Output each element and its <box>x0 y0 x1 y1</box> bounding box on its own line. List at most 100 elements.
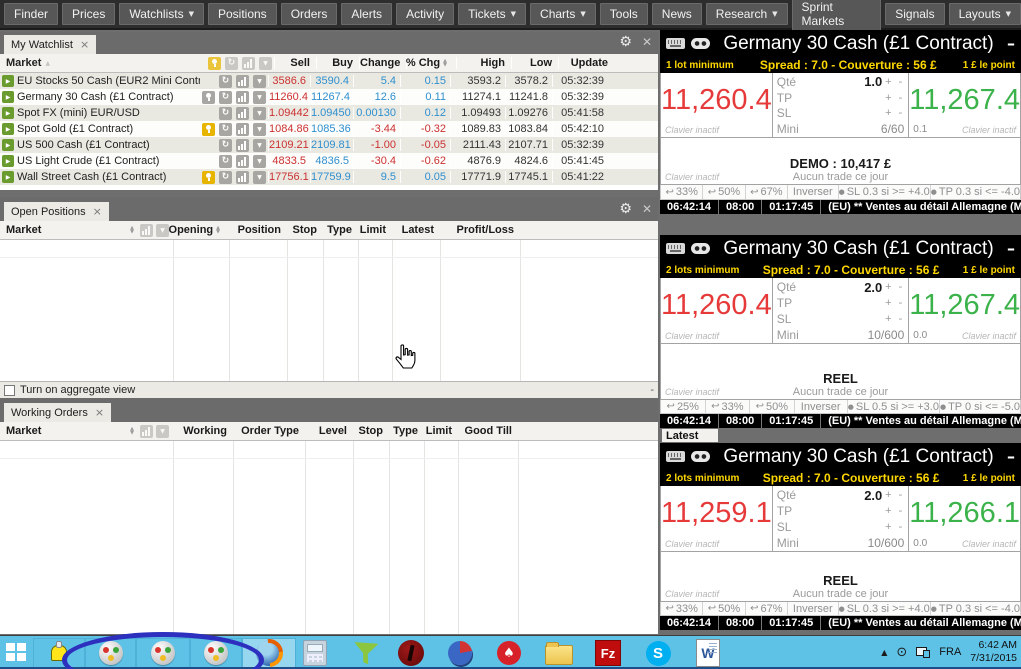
menu-prices[interactable]: Prices <box>62 3 116 25</box>
tp-stepper[interactable]: + - <box>882 505 904 517</box>
taskbar-app-word[interactable]: W <box>693 639 723 667</box>
sort-icon[interactable]: ▲ ▼ <box>443 59 447 68</box>
close-pct-button[interactable]: ↩ 33% <box>706 400 751 413</box>
menu-charts[interactable]: Charts ▼ <box>530 3 596 25</box>
taskbar-app-charting[interactable] <box>445 640 475 666</box>
chart-icon[interactable] <box>242 56 255 70</box>
chart-icon[interactable] <box>236 74 249 88</box>
play-icon[interactable]: ▶ <box>2 107 14 119</box>
gamepad-icon[interactable] <box>691 243 710 254</box>
taskbar-clock[interactable]: 6:42 AM 7/31/2015 <box>970 639 1017 665</box>
menu-watchlists[interactable]: Watchlists ▼ <box>119 3 204 25</box>
refresh-icon[interactable]: ↻ <box>219 90 232 104</box>
close-pct-button[interactable]: ↩ 33% <box>661 185 704 199</box>
close-icon[interactable]: × <box>95 406 104 419</box>
close-icon[interactable]: ✕ <box>642 36 652 48</box>
refresh-icon[interactable]: ↻ <box>219 138 232 152</box>
minimize-button[interactable]: – <box>1007 448 1015 465</box>
menu-tickets[interactable]: Tickets ▼ <box>458 3 527 25</box>
tp-stepper[interactable]: + - <box>882 92 904 104</box>
close-pct-button[interactable]: ↩ 67% <box>746 602 788 615</box>
inverser-button[interactable]: Inverser <box>795 400 848 413</box>
watchlist-row[interactable]: ▶ Wall Street Cash (£1 Contract) ↻ ▼ 1775… <box>0 169 658 185</box>
menu-finder[interactable]: Finder <box>4 3 59 25</box>
tab-open-positions[interactable]: Open Positions × <box>4 202 109 221</box>
quantity-stepper[interactable]: + - <box>882 76 904 88</box>
taskbar-app-explorer[interactable] <box>544 640 574 666</box>
menu-layouts[interactable]: Layouts ▼ <box>948 3 1021 25</box>
refresh-icon[interactable]: ↻ <box>219 154 232 168</box>
chevron-down-icon[interactable]: ▼ <box>253 170 266 184</box>
alert-bulb-icon[interactable] <box>208 56 221 70</box>
tp-rule-button[interactable]: ● TP 0 si <= -5.0 <box>940 400 1020 413</box>
play-icon[interactable]: ▶ <box>2 139 14 151</box>
chevron-down-icon[interactable]: ▼ <box>259 56 272 70</box>
alert-bulb-icon[interactable] <box>202 170 215 184</box>
chevron-down-icon[interactable]: ▼ <box>253 74 266 88</box>
close-icon[interactable]: ✕ <box>642 203 652 215</box>
sort-icon[interactable]: ▲ ▼ <box>130 427 134 436</box>
close-icon[interactable]: × <box>93 205 102 218</box>
sell-price-button[interactable]: 11,260.4 Clavier inactif <box>661 278 772 343</box>
sl-rule-button[interactable]: ● SL 0.3 si >= +4.0 <box>839 602 931 615</box>
alert-bulb-icon[interactable] <box>202 90 215 104</box>
chevron-down-icon[interactable]: ▼ <box>253 106 266 120</box>
quantity-value[interactable]: 2.0 <box>811 280 882 295</box>
sl-stepper[interactable]: + - <box>882 107 904 119</box>
sort-icon[interactable]: ▲ ▼ <box>216 226 220 235</box>
menu-orders[interactable]: Orders <box>280 3 338 25</box>
taskbar-app-skype[interactable]: S <box>643 640 673 666</box>
close-pct-button[interactable]: ↩ 50% <box>703 602 746 615</box>
alert-bulb-icon[interactable] <box>202 122 215 136</box>
sl-rule-button[interactable]: ● SL 0.3 si >= +4.0 <box>839 185 931 199</box>
collapse-handle[interactable]: - <box>650 384 654 396</box>
quantity-value[interactable]: 1.0 <box>811 74 882 89</box>
play-icon[interactable]: ▶ <box>2 171 14 183</box>
chevron-down-icon[interactable]: ▼ <box>156 223 169 237</box>
keyboard-icon[interactable] <box>666 451 685 462</box>
watchlist-row[interactable]: ▶ US 500 Cash (£1 Contract) ↻ ▼ 2109.21 2… <box>0 137 658 153</box>
aggregate-view-checkbox[interactable] <box>4 384 15 396</box>
close-pct-button[interactable]: ↩ 67% <box>746 185 788 199</box>
tab-latest[interactable]: Latest <box>662 429 718 442</box>
inverser-button[interactable]: Inverser <box>788 185 839 199</box>
close-pct-button[interactable]: ↩ 25% <box>661 400 706 413</box>
menu-tools[interactable]: Tools <box>599 3 648 25</box>
chevron-down-icon[interactable]: ▼ <box>253 154 266 168</box>
keyboard-icon[interactable] <box>666 243 685 254</box>
close-pct-button[interactable]: ↩ 50% <box>750 400 795 413</box>
tab-my-watchlist[interactable]: My Watchlist × <box>4 35 97 54</box>
play-icon[interactable]: ▶ <box>2 123 14 135</box>
chart-icon[interactable] <box>236 170 249 184</box>
watchlist-row[interactable]: ▶ EU Stocks 50 Cash (EUR2 Mini Contract) … <box>0 73 658 89</box>
menu-signals[interactable]: Signals <box>885 3 945 25</box>
quantity-stepper[interactable]: + - <box>882 281 904 293</box>
menu-research[interactable]: Research ▼ <box>705 3 788 25</box>
watchlist-row[interactable]: ▶ Germany 30 Cash (£1 Contract) ↻ ▼ 11260… <box>0 89 658 105</box>
buy-price-button[interactable]: 11,267.4 0.0 Clavier inactif <box>909 278 1020 343</box>
refresh-icon[interactable]: ↻ <box>225 56 238 70</box>
refresh-icon[interactable]: ↻ <box>219 74 232 88</box>
menu-alerts[interactable]: Alerts <box>341 3 393 25</box>
buy-price-button[interactable]: 11,266.1 0.0 Clavier inactif <box>909 486 1020 551</box>
chart-icon[interactable] <box>236 154 249 168</box>
keyboard-icon[interactable] <box>666 38 685 49</box>
taskbar-app-pokerstars[interactable]: ♠ <box>494 640 524 666</box>
play-icon[interactable]: ▶ <box>2 75 14 87</box>
menu-news[interactable]: News <box>651 3 702 25</box>
close-pct-button[interactable]: ↩ 33% <box>661 602 704 615</box>
menu-positions[interactable]: Positions <box>207 3 277 25</box>
minimize-button[interactable]: – <box>1007 35 1015 52</box>
quantity-stepper[interactable]: + - <box>882 489 904 501</box>
chart-icon[interactable] <box>140 223 153 237</box>
taskbar-app-funnel[interactable] <box>350 640 380 666</box>
watchlist-row[interactable]: ▶ Spot Gold (£1 Contract) ↻ ▼ 1084.86 108… <box>0 121 658 137</box>
sort-icon[interactable]: ▲ ▼ <box>130 226 134 235</box>
quantity-value[interactable]: 2.0 <box>811 488 882 503</box>
chart-icon[interactable] <box>236 138 249 152</box>
chevron-down-icon[interactable]: ▼ <box>156 424 169 438</box>
gamepad-icon[interactable] <box>691 38 710 49</box>
chart-icon[interactable] <box>236 122 249 136</box>
gear-icon[interactable]: ⚙ <box>619 202 632 216</box>
chevron-down-icon[interactable]: ▼ <box>253 90 266 104</box>
